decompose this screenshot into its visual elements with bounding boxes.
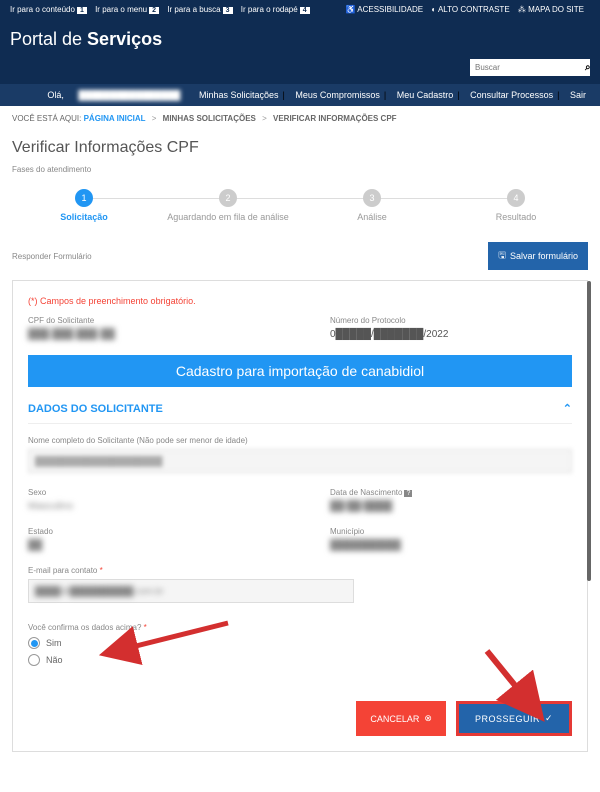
menu-sair[interactable]: Sair — [566, 90, 590, 100]
menu-cadastro[interactable]: Meu Cadastro — [393, 90, 458, 100]
cancel-button[interactable]: CANCELAR⊗ — [356, 701, 446, 736]
form-banner: Cadastro para importação de canabidiol — [28, 355, 572, 387]
page-title: Verificar Informações CPF — [12, 139, 588, 157]
radio-nao[interactable]: Não — [28, 654, 572, 666]
scrollbar[interactable] — [587, 281, 591, 581]
skip-menu[interactable]: Ir para o menu2 — [95, 5, 159, 14]
accessibility-link[interactable]: ♿ ACESSIBILIDADE — [346, 5, 424, 14]
logo[interactable]: Portal de Serviços — [10, 24, 590, 55]
menu-processos[interactable]: Consultar Processos — [466, 90, 557, 100]
form-container: (*) Campos de preenchimento obrigatório.… — [12, 280, 588, 752]
step-2: 2Aguardando em fila de análise — [156, 189, 300, 222]
collapse-icon[interactable]: ⌃ — [563, 402, 572, 415]
save-icon: 🖫 — [498, 248, 506, 264]
top-accessibility-bar: Ir para o conteúdo1 Ir para o menu2 Ir p… — [0, 0, 600, 19]
search-input[interactable] — [475, 63, 585, 72]
estado-label: Estado — [28, 527, 270, 536]
skip-content[interactable]: Ir para o conteúdo1 — [10, 5, 87, 14]
required-note: (*) Campos de preenchimento obrigatório. — [28, 296, 572, 306]
cancel-icon: ⊗ — [424, 713, 432, 724]
search-icon[interactable]: ⌕ — [585, 62, 591, 73]
menu-compromissos[interactable]: Meus Compromissos — [291, 90, 384, 100]
estado-value: ██ — [28, 540, 270, 551]
cpf-label: CPF do Solicitante — [28, 316, 270, 325]
form-header-label: Responder Formulário — [12, 252, 92, 261]
breadcrumb-current: VERIFICAR INFORMAÇÕES CPF — [273, 114, 397, 123]
search-box[interactable]: ⌕ — [470, 59, 590, 76]
skip-footer[interactable]: Ir para o rodapé4 — [241, 5, 310, 14]
protocolo-value: 0█████/███████/2022 — [330, 329, 448, 340]
nascimento-value: ██/██/████ — [330, 501, 572, 512]
contrast-link[interactable]: ◐ ALTO CONTRASTE — [431, 5, 509, 14]
breadcrumb-home[interactable]: PÁGINA INICIAL — [84, 114, 146, 123]
menu-solicitacoes[interactable]: Minhas Solicitações — [195, 90, 283, 100]
email-label: E-mail para contato * — [28, 566, 572, 575]
skip-search[interactable]: Ir para a busca3 — [167, 5, 232, 14]
sexo-label: Sexo — [28, 488, 270, 497]
phases-label: Fases do atendimento — [12, 165, 588, 174]
check-icon: ✓ — [545, 713, 553, 724]
breadcrumb-solicitacoes[interactable]: MINHAS SOLICITAÇÕES — [163, 114, 256, 123]
save-button[interactable]: 🖫Salvar formulário — [488, 242, 588, 270]
radio-sim[interactable]: Sim — [28, 637, 572, 649]
nome-field: ████████████████████ — [28, 449, 572, 473]
info-icon[interactable]: ? — [404, 490, 412, 497]
step-1: 1Solicitação — [12, 189, 156, 222]
main-menu: Olá, ████████████████ Minhas Solicitaçõe… — [0, 84, 600, 106]
confirm-label: Você confirma os dados acima? * — [28, 623, 572, 632]
nome-label: Nome completo do Solicitante (Não pode s… — [28, 436, 572, 445]
sitemap-link[interactable]: ⁂ MAPA DO SITE — [518, 5, 584, 14]
step-4: 4Resultado — [444, 189, 588, 222]
protocolo-label: Número do Protocolo — [330, 316, 572, 325]
municipio-value: ██████████ — [330, 540, 572, 551]
proceed-button[interactable]: PROSSEGUIR✓ — [456, 701, 572, 736]
municipio-label: Município — [330, 527, 572, 536]
step-indicator: 1Solicitação 2Aguardando em fila de anál… — [12, 189, 588, 222]
nascimento-label: Data de Nascimento? — [330, 488, 572, 497]
email-field[interactable]: ████@██████████.com.br — [28, 579, 354, 603]
sexo-value: Masculino — [28, 501, 270, 512]
cpf-value: ███.███.███-██ — [28, 329, 115, 340]
step-3: 3Análise — [300, 189, 444, 222]
greeting: Olá, ████████████████ — [35, 90, 188, 100]
section-header[interactable]: DADOS DO SOLICITANTE⌃ — [28, 387, 572, 424]
header: Portal de Serviços ⌕ — [0, 19, 600, 84]
radio-icon — [28, 637, 40, 649]
breadcrumb: VOCÊ ESTÁ AQUI: PÁGINA INICIAL > MINHAS … — [0, 106, 600, 131]
radio-icon — [28, 654, 40, 666]
